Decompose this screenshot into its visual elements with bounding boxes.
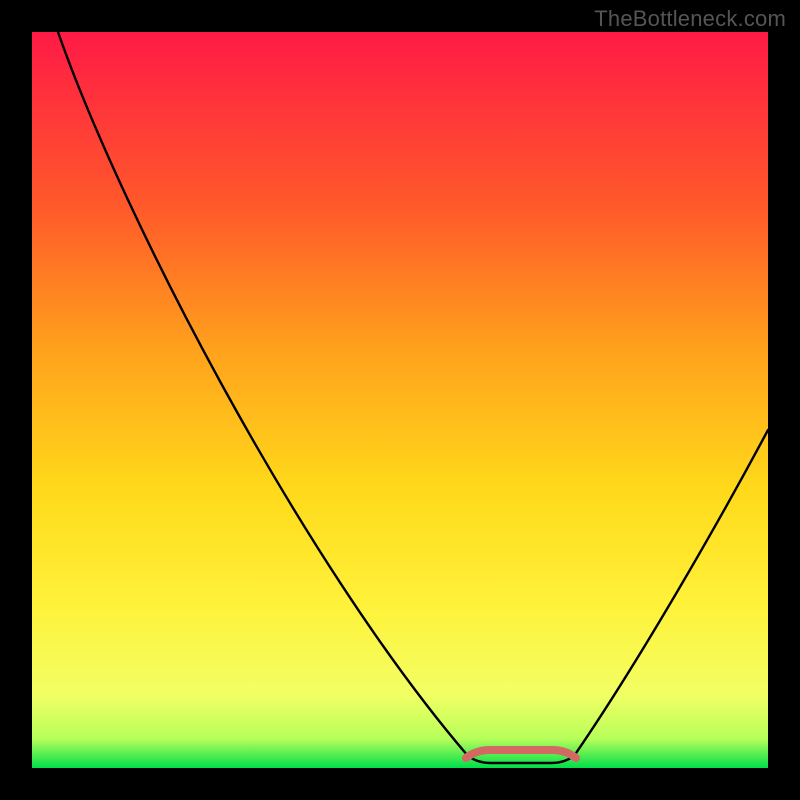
plot-background [32, 32, 768, 768]
watermark-text: TheBottleneck.com [594, 6, 786, 32]
chart-svg [0, 0, 800, 800]
chart-frame [0, 0, 800, 800]
